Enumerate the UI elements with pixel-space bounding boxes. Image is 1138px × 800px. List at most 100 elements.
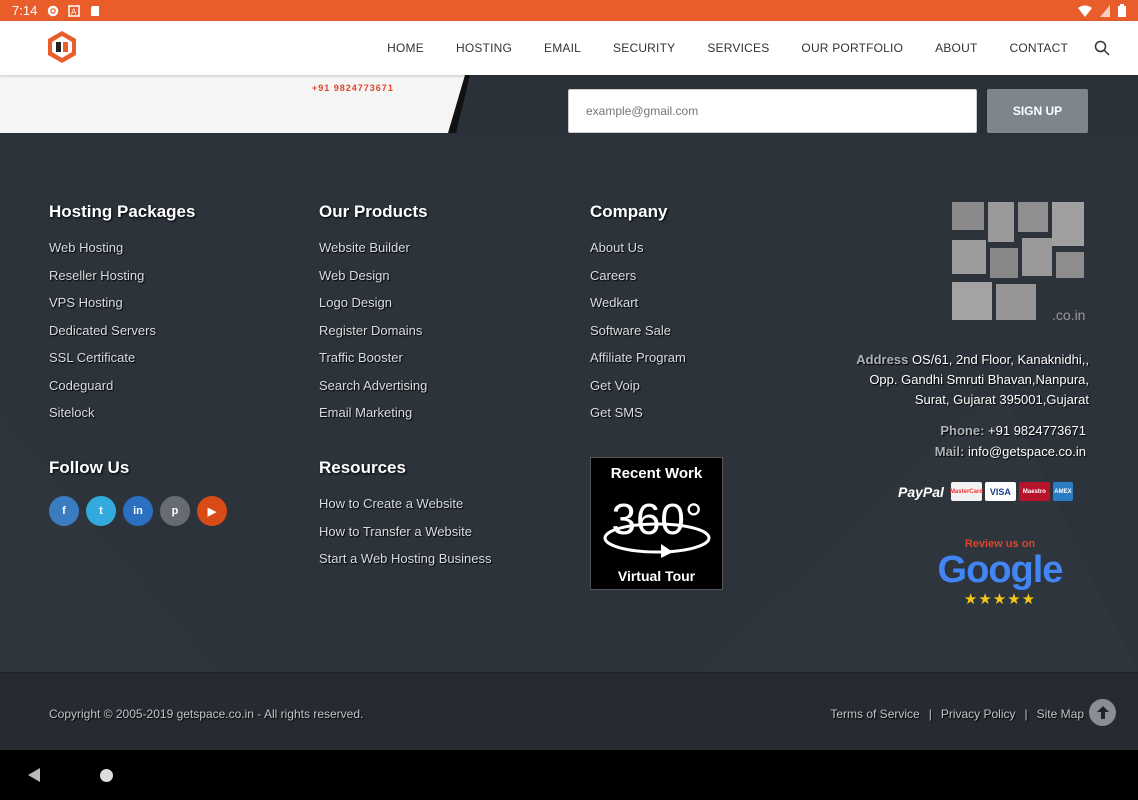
footer-link[interactable]: How to Transfer a Website: [319, 524, 491, 552]
google-logo: Google: [935, 550, 1065, 590]
battery-icon: [1118, 4, 1126, 17]
getspace-logo: .co.in: [952, 202, 1085, 323]
svg-text:A: A: [71, 7, 77, 16]
footer-link[interactable]: Email Marketing: [319, 405, 428, 433]
footer-link[interactable]: Software Sale: [590, 323, 686, 351]
footer-link[interactable]: Dedicated Servers: [49, 323, 195, 351]
footer-link[interactable]: Start a Web Hosting Business: [319, 551, 491, 579]
visa-icon: VISA: [984, 482, 1016, 501]
linkedin-icon[interactable]: in: [123, 496, 153, 526]
footer-link[interactable]: Traffic Booster: [319, 350, 428, 378]
nav-home[interactable]: HOME: [387, 41, 424, 55]
site-logo[interactable]: [48, 31, 76, 63]
mail-label: Mail:: [934, 443, 965, 459]
contact-card: [0, 75, 470, 133]
virtual-tour-badge[interactable]: Recent Work 360° Virtual Tour: [590, 457, 723, 590]
footer-link[interactable]: Reseller Hosting: [49, 268, 195, 296]
rating-stars: ★★★★★: [963, 591, 1037, 608]
search-icon[interactable]: [1094, 40, 1110, 56]
address-line-3: Surat, Gujarat 395001,Gujarat: [914, 392, 1089, 407]
scroll-to-top-button[interactable]: [1089, 699, 1116, 726]
home-icon[interactable]: [100, 769, 113, 782]
footer-link[interactable]: Get Voip: [590, 378, 686, 406]
settings-icon: [48, 5, 59, 16]
sd-card-icon: [91, 5, 100, 16]
main-nav: HOME HOSTING EMAIL SECURITY SERVICES OUR…: [355, 21, 1110, 75]
follow-us-column: Follow Us f t in p ▶: [49, 458, 227, 526]
company-address: Address OS/61, 2nd Floor, Kanaknidhi,, O…: [789, 350, 1089, 410]
privacy-link[interactable]: Privacy Policy: [941, 707, 1016, 721]
nav-email[interactable]: EMAIL: [544, 41, 581, 55]
tour-360-graphic: 360°: [603, 495, 710, 558]
nav-portfolio[interactable]: OUR PORTFOLIO: [801, 41, 903, 55]
arrow-up-icon: [1096, 706, 1109, 719]
hosting-packages-column: Hosting Packages Web Hosting Reseller Ho…: [49, 202, 195, 433]
mastercard-icon: MasterCard: [950, 482, 983, 501]
footer-link[interactable]: SSL Certificate: [49, 350, 195, 378]
footer-link[interactable]: Web Hosting: [49, 240, 195, 268]
nav-services[interactable]: SERVICES: [707, 41, 769, 55]
footer-link[interactable]: Get SMS: [590, 405, 686, 433]
address-line-2: Opp. Gandhi Smruti Bhavan,Nanpura,: [869, 372, 1089, 387]
mail-value[interactable]: info@getspace.co.in: [968, 444, 1086, 459]
twitter-icon[interactable]: t: [86, 496, 116, 526]
maestro-icon: Maestro: [1018, 482, 1050, 501]
social-links: f t in p ▶: [49, 496, 227, 526]
footer-link[interactable]: VPS Hosting: [49, 295, 195, 323]
wifi-icon: [1078, 5, 1092, 17]
hosting-packages-title: Hosting Packages: [49, 202, 196, 221]
phone-value[interactable]: +91 9824773671: [988, 423, 1086, 438]
back-icon[interactable]: [28, 768, 40, 782]
footer-link[interactable]: Logo Design: [319, 295, 428, 323]
nav-contact[interactable]: CONTACT: [1009, 41, 1068, 55]
youtube-icon[interactable]: ▶: [197, 496, 227, 526]
copyright-text: Copyright © 2005-2019 getspace.co.in - A…: [49, 707, 364, 721]
legal-links: Terms of Service | Privacy Policy | Site Map: [830, 707, 1084, 721]
payment-methods: PayPal MasterCard VISA Maestro AMEX: [898, 482, 1073, 501]
pinterest-icon[interactable]: p: [160, 496, 190, 526]
nav-about[interactable]: ABOUT: [935, 41, 977, 55]
google-logo-text: Google: [937, 549, 1064, 591]
logo-domain-text: .co.in: [1052, 307, 1085, 323]
tour-360-text: 360°: [611, 495, 702, 544]
copyright-bar: Copyright © 2005-2019 getspace.co.in - A…: [0, 672, 1138, 750]
footer-link[interactable]: Careers: [590, 268, 686, 296]
footer-link[interactable]: Sitelock: [49, 405, 195, 433]
address-label: Address: [856, 352, 909, 367]
nav-hosting[interactable]: HOSTING: [456, 41, 512, 55]
signal-icon: [1100, 4, 1110, 17]
footer-link[interactable]: Register Domains: [319, 323, 428, 351]
footer-link[interactable]: Search Advertising: [319, 378, 428, 406]
footer-link[interactable]: How to Create a Website: [319, 496, 491, 524]
facebook-icon[interactable]: f: [49, 496, 79, 526]
company-column: Company About Us Careers Wedkart Softwar…: [590, 202, 686, 433]
tour-title: Recent Work: [610, 465, 703, 482]
contact-lines: Phone: +91 9824773671 Mail: info@getspac…: [935, 421, 1086, 462]
tour-subtitle: Virtual Tour: [617, 568, 696, 584]
text-icon: A: [68, 4, 81, 17]
resources-title: Resources: [319, 458, 406, 477]
amex-icon: AMEX: [1052, 482, 1073, 501]
footer-link[interactable]: Affiliate Program: [590, 350, 686, 378]
signup-button[interactable]: SIGN UP: [987, 89, 1088, 133]
google-review-badge[interactable]: Review us on Google ★★★★★: [935, 538, 1065, 608]
sitemap-link[interactable]: Site Map: [1037, 707, 1084, 721]
footer-link[interactable]: Website Builder: [319, 240, 428, 268]
site-header: HOME HOSTING EMAIL SECURITY SERVICES OUR…: [0, 21, 1138, 75]
footer-link[interactable]: Web Design: [319, 268, 428, 296]
footer-link[interactable]: Codeguard: [49, 378, 195, 406]
newsletter-email-input[interactable]: [568, 89, 977, 133]
footer-link[interactable]: About Us: [590, 240, 686, 268]
terms-link[interactable]: Terms of Service: [830, 707, 919, 721]
footer-link[interactable]: Wedkart: [590, 295, 686, 323]
banner-phone: +91 9824773671: [312, 83, 394, 93]
follow-us-title: Follow Us: [49, 458, 130, 477]
phone-label: Phone:: [940, 423, 985, 438]
resources-column: Resources How to Create a Website How to…: [319, 458, 491, 579]
our-products-title: Our Products: [319, 202, 428, 221]
status-bar: 7:14 A: [0, 0, 1138, 21]
paypal-logo: PayPal: [898, 483, 944, 500]
address-line-1: OS/61, 2nd Floor, Kanaknidhi,,: [911, 352, 1089, 367]
nav-security[interactable]: SECURITY: [613, 41, 675, 55]
status-time: 7:14: [12, 3, 38, 18]
